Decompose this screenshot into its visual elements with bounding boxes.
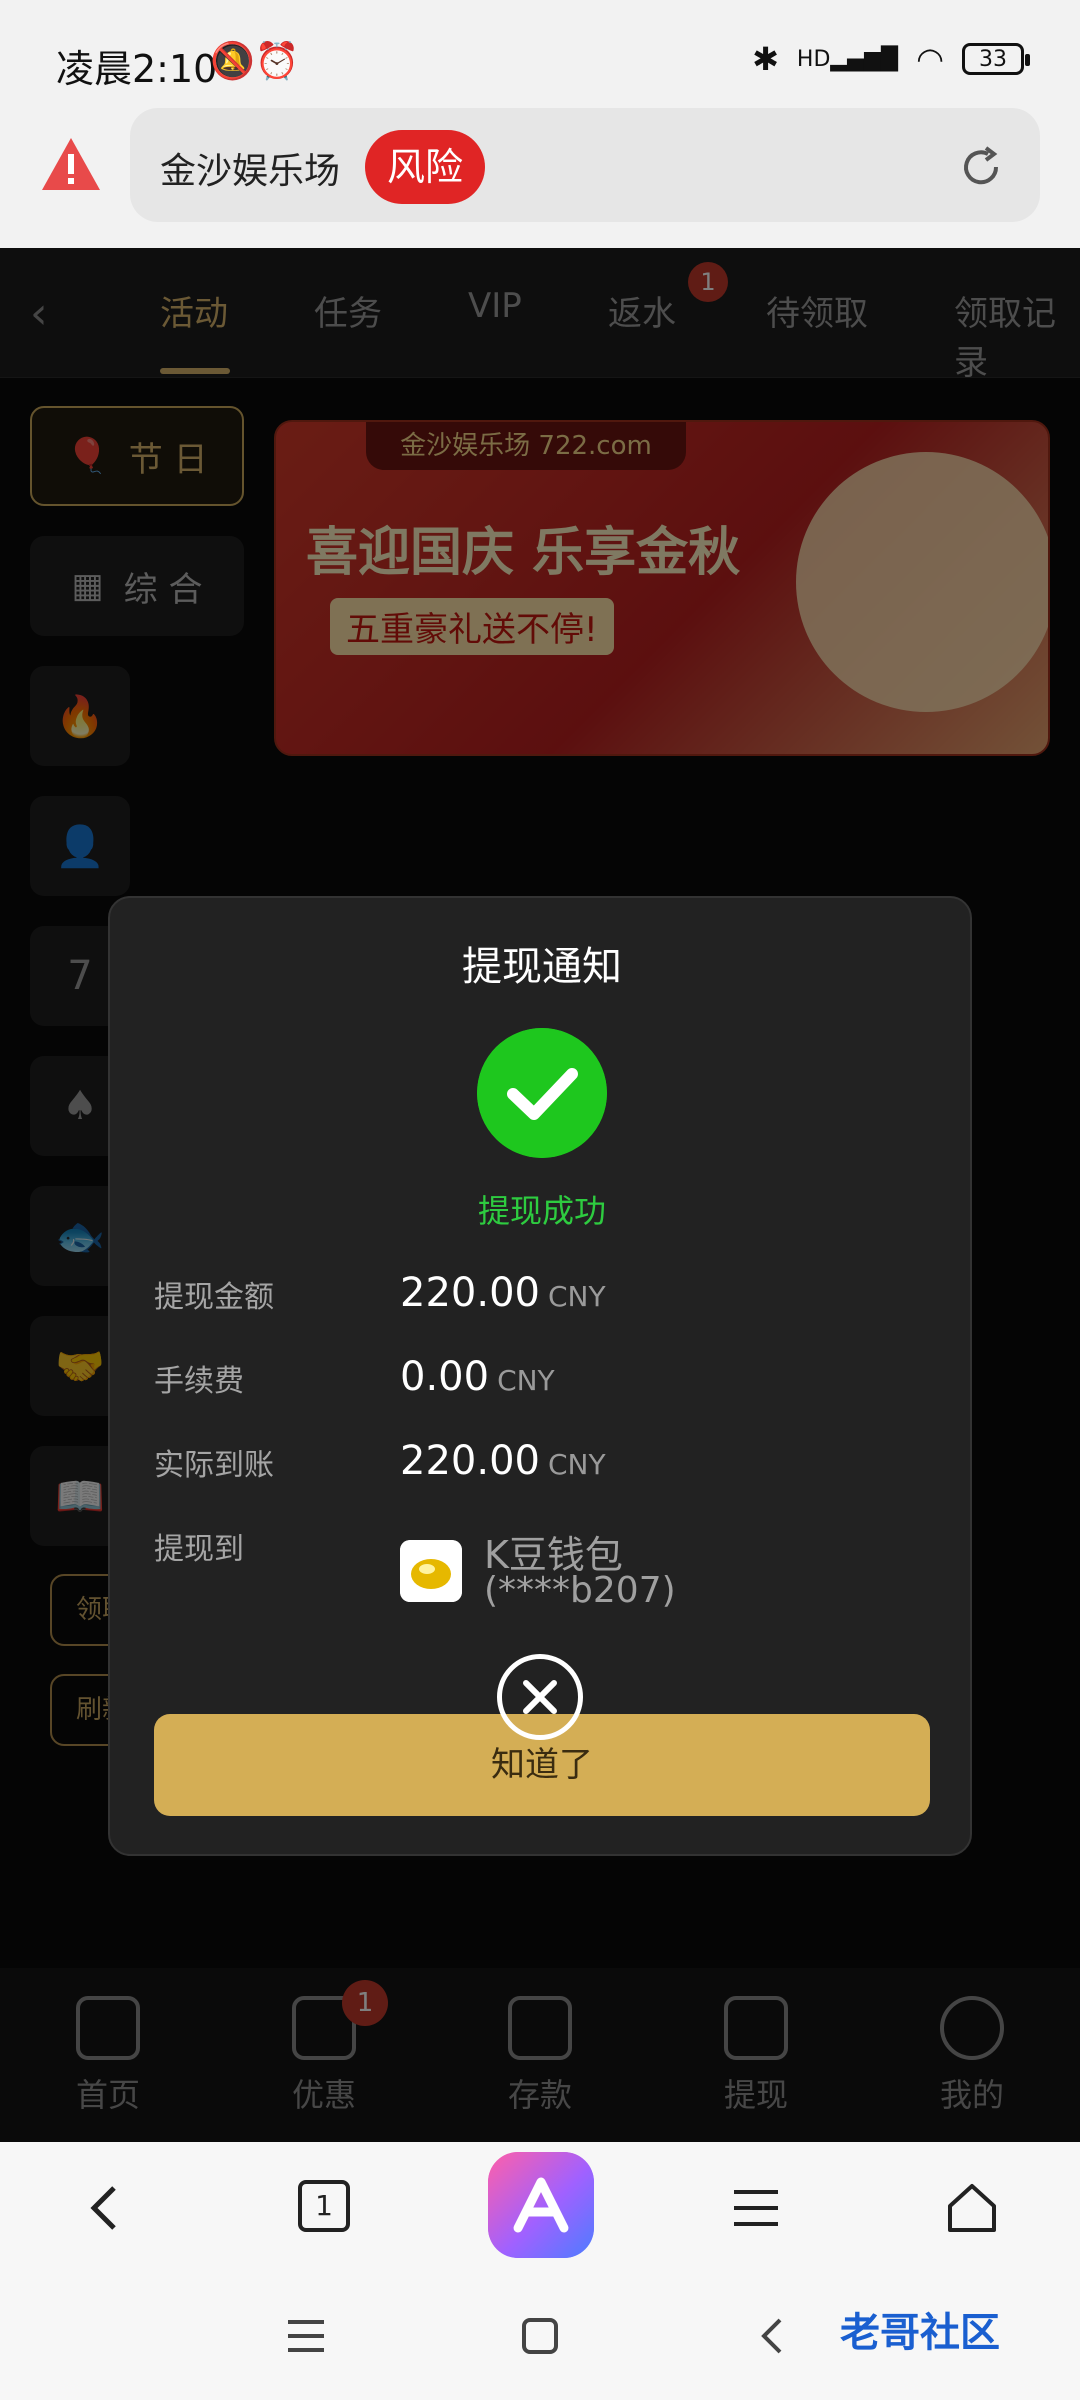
reload-icon[interactable] <box>958 144 1004 190</box>
dialog-title: 提现通知 <box>462 944 622 990</box>
recents-menu-icon[interactable] <box>276 2306 336 2366</box>
menu-icon[interactable] <box>726 2178 786 2238</box>
received-value-row: 220.00 CNY <box>400 1438 606 1484</box>
home-icon[interactable] <box>942 2178 1002 2238</box>
watermark-logo: 老哥社区 <box>840 2310 1000 2356</box>
status-time: 凌晨2:10 <box>56 47 218 91</box>
signal-icon: HD▂▄▆█ <box>796 46 899 72</box>
wallet-account: (****b207) <box>484 1570 676 1611</box>
battery-icon: 33 <box>962 43 1030 75</box>
warning-icon[interactable] <box>40 136 102 192</box>
amount-value-row: 220.00 CNY <box>400 1270 606 1316</box>
amount-value: 220.00 <box>400 1270 540 1316</box>
system-back-icon[interactable] <box>744 2306 804 2366</box>
web-content: ‹ 活动 任务 VIP 返水 1 待领取 领取记录 🎈 节 日 ▦ 综 合 🔥 … <box>0 248 1080 2142</box>
amount-unit: CNY <box>547 1280 606 1313</box>
system-home-icon[interactable] <box>510 2306 570 2366</box>
alarm-icon: 🔕⏰ <box>210 41 300 82</box>
status-bar: 凌晨2:10 🔕⏰ ✱ HD▂▄▆█ ◠ 33 <box>0 0 1080 108</box>
success-check-icon <box>477 1028 607 1158</box>
fee-label: 手续费 <box>154 1364 244 1399</box>
url-bar: 金沙娱乐场 风险 <box>0 108 1080 248</box>
tab-switcher-button[interactable]: 1 <box>298 2180 350 2232</box>
risk-badge[interactable]: 风险 <box>365 130 486 204</box>
battery-level: 33 <box>979 46 1007 72</box>
bluetooth-icon: ✱ <box>752 40 779 78</box>
network-label: HD <box>796 46 831 72</box>
system-nav-bar: 老哥社区 <box>0 2272 1080 2400</box>
close-icon[interactable] <box>497 1654 583 1740</box>
amount-label: 提现金额 <box>154 1280 274 1315</box>
received-unit: CNY <box>547 1448 606 1481</box>
ai-assistant-icon[interactable] <box>488 2152 594 2258</box>
browser-toolbar: 1 <box>0 2142 1080 2272</box>
fee-value-row: 0.00 CNY <box>400 1354 555 1400</box>
wifi-icon: ◠ <box>916 40 944 78</box>
received-label: 实际到账 <box>154 1448 274 1483</box>
destination-label: 提现到 <box>154 1532 244 1567</box>
status-right: ✱ HD▂▄▆█ ◠ 33 <box>752 40 1030 78</box>
k-bean-wallet-icon <box>400 1540 462 1602</box>
site-name: 金沙娱乐场 <box>160 151 341 192</box>
fee-value: 0.00 <box>400 1354 490 1400</box>
received-value: 220.00 <box>400 1438 540 1484</box>
fee-unit: CNY <box>497 1364 555 1397</box>
browser-back-icon[interactable] <box>76 2178 136 2238</box>
success-status: 提现成功 <box>477 1192 606 1230</box>
address-field[interactable]: 金沙娱乐场 风险 <box>130 108 1040 222</box>
